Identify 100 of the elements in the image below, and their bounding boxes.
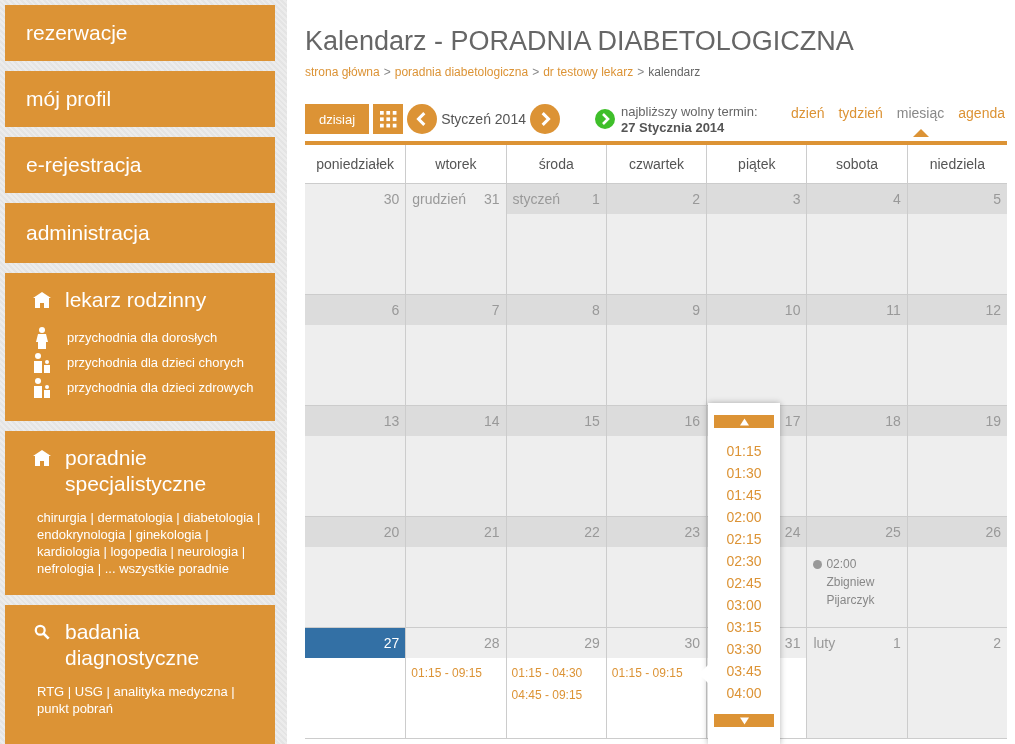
day-cell[interactable]: 14: [405, 406, 506, 517]
day-cell[interactable]: 15: [505, 406, 606, 517]
link-list[interactable]: RTG | USG | analityka medyczna | punkt pobrań: [37, 683, 265, 717]
day-cell[interactable]: styczeń 1: [505, 184, 606, 295]
view-tab[interactable]: agenda: [958, 105, 1005, 121]
menu-item[interactable]: administracja: [5, 203, 275, 263]
day-cell[interactable]: 29 01:15 - 04:30 04:45 - 09:15: [505, 628, 606, 739]
day-cell[interactable]: 18: [806, 406, 907, 517]
day-cell[interactable]: grudzień 31: [405, 184, 506, 295]
menu-item[interactable]: rezerwacje: [5, 5, 275, 61]
day-cell[interactable]: 7: [405, 295, 506, 406]
view-tab[interactable]: miesiąc: [896, 105, 945, 121]
day-number: 6: [391, 302, 400, 318]
breadcrumb-separator: >: [637, 65, 645, 79]
time-option[interactable]: 03:00: [726, 594, 762, 616]
next-button[interactable]: [529, 104, 560, 134]
time-option[interactable]: 01:15: [726, 440, 762, 462]
time-slot[interactable]: 01:15 - 09:15: [411, 666, 506, 680]
time-option[interactable]: 02:15: [726, 528, 762, 550]
time-option[interactable]: 02:30: [726, 550, 762, 572]
day-cell[interactable]: 10: [706, 295, 807, 406]
day-cell[interactable]: 20: [305, 517, 406, 628]
time-option[interactable]: 01:30: [726, 462, 762, 484]
grid-view-button[interactable]: [373, 104, 404, 134]
breadcrumb-current: kalendarz: [648, 65, 701, 79]
menu-item[interactable]: e-rejestracja: [5, 137, 275, 193]
day-number: 2: [993, 635, 1001, 651]
time-slot[interactable]: 01:15 - 04:30: [511, 666, 606, 680]
day-number: 27: [383, 635, 400, 651]
scroll-up-button[interactable]: [714, 415, 774, 428]
day-cell[interactable]: 2: [906, 628, 1007, 739]
day-cell[interactable]: 8: [505, 295, 606, 406]
day-number: 2: [692, 191, 701, 207]
day-cell[interactable]: 27: [305, 628, 406, 739]
triangle-down-icon: [739, 716, 749, 725]
day-number: 14: [484, 413, 500, 429]
day-cell[interactable]: 6: [305, 295, 406, 406]
day-number: 31: [484, 191, 500, 207]
day-cell[interactable]: 16: [605, 406, 707, 517]
view-tab[interactable]: dzień: [791, 105, 825, 121]
day-number: 31: [784, 635, 801, 651]
breadcrumb-link[interactable]: strona główna: [305, 65, 380, 79]
day-cell[interactable]: luty 1: [806, 628, 907, 739]
day-number: 10: [784, 302, 801, 318]
time-option[interactable]: 01:45: [726, 484, 762, 506]
section-title[interactable]: lekarz rodzinny: [65, 287, 225, 313]
today-button[interactable]: dzisiaj: [305, 104, 370, 134]
day-number: 16: [684, 413, 701, 429]
time-slot[interactable]: 01:15 - 09:15: [611, 666, 707, 680]
time-option[interactable]: 02:45: [726, 572, 762, 594]
section-title[interactable]: badania diagnostyczne: [65, 619, 225, 671]
day-cell[interactable]: 2: [605, 184, 707, 295]
menu-link[interactable]: przychodnia dla dorosłych: [67, 330, 218, 345]
house-icon: [33, 450, 51, 466]
day-cell[interactable]: 5: [906, 184, 1007, 295]
menu-link[interactable]: przychodnia dla dzieci zdrowych: [67, 380, 254, 395]
time-option[interactable]: 02:00: [726, 506, 762, 528]
day-cell[interactable]: 9: [605, 295, 707, 406]
status-dot: [813, 559, 823, 569]
time-slot[interactable]: 04:45 - 09:15: [511, 688, 606, 702]
day-cell[interactable]: 21: [405, 517, 506, 628]
day-cell[interactable]: 30 01:15 - 09:15: [605, 628, 707, 739]
day-cell[interactable]: 13: [305, 406, 406, 517]
breadcrumb-link[interactable]: dr testowy lekarz: [543, 65, 634, 79]
day-number: 28: [484, 635, 500, 651]
children-icon: [33, 351, 51, 374]
day-number: 17: [784, 413, 801, 429]
time-option[interactable]: 03:15: [726, 616, 762, 638]
day-cell[interactable]: 11: [806, 295, 907, 406]
grid-icon: [379, 110, 397, 128]
menu-link[interactable]: przychodnia dla dzieci chorych: [67, 355, 245, 370]
day-number: 7: [491, 302, 500, 318]
section-title[interactable]: poradnie specjalistyczne: [65, 445, 225, 497]
day-cell[interactable]: 4: [806, 184, 907, 295]
menu-item[interactable]: mój profil: [5, 71, 275, 127]
day-number: 8: [592, 302, 600, 318]
time-option[interactable]: 04:00: [726, 682, 762, 704]
next-free-label: najbliższy wolny termin:: [620, 103, 758, 120]
scroll-down-button[interactable]: [714, 714, 774, 727]
day-cell[interactable]: 3: [706, 184, 807, 295]
month-label: Styczeń 2014: [441, 111, 526, 127]
view-tab[interactable]: tydzień: [838, 105, 883, 121]
day-cell[interactable]: 30: [305, 184, 406, 295]
day-number: 30: [383, 191, 400, 207]
day-cell[interactable]: 28 01:15 - 09:15: [405, 628, 506, 739]
day-cell[interactable]: 22: [505, 517, 606, 628]
day-cell[interactable]: 23: [605, 517, 707, 628]
day-cell[interactable]: 19: [906, 406, 1007, 517]
time-option[interactable]: 03:30: [726, 638, 762, 660]
next-free-date[interactable]: 27 Stycznia 2014: [620, 119, 758, 135]
day-cell[interactable]: 26: [906, 517, 1007, 628]
day-cell[interactable]: 25 02:00 Zbigniew Pijarczyk: [806, 517, 907, 628]
time-option[interactable]: 03:45: [726, 660, 762, 682]
day-number: 29: [584, 635, 600, 651]
link-list[interactable]: chirurgia | dermatologia | diabetologia | endokrynologia | ginekologia | kardiologia | logopedia | neurologia | nefrologia | ... wszystkie poradnie: [37, 509, 265, 577]
day-number: 19: [985, 413, 1001, 429]
day-cell[interactable]: 12: [906, 295, 1007, 406]
breadcrumb-link[interactable]: poradnia diabetologiczna: [394, 65, 529, 79]
day-number: 23: [684, 524, 701, 540]
previous-button[interactable]: [407, 104, 438, 134]
